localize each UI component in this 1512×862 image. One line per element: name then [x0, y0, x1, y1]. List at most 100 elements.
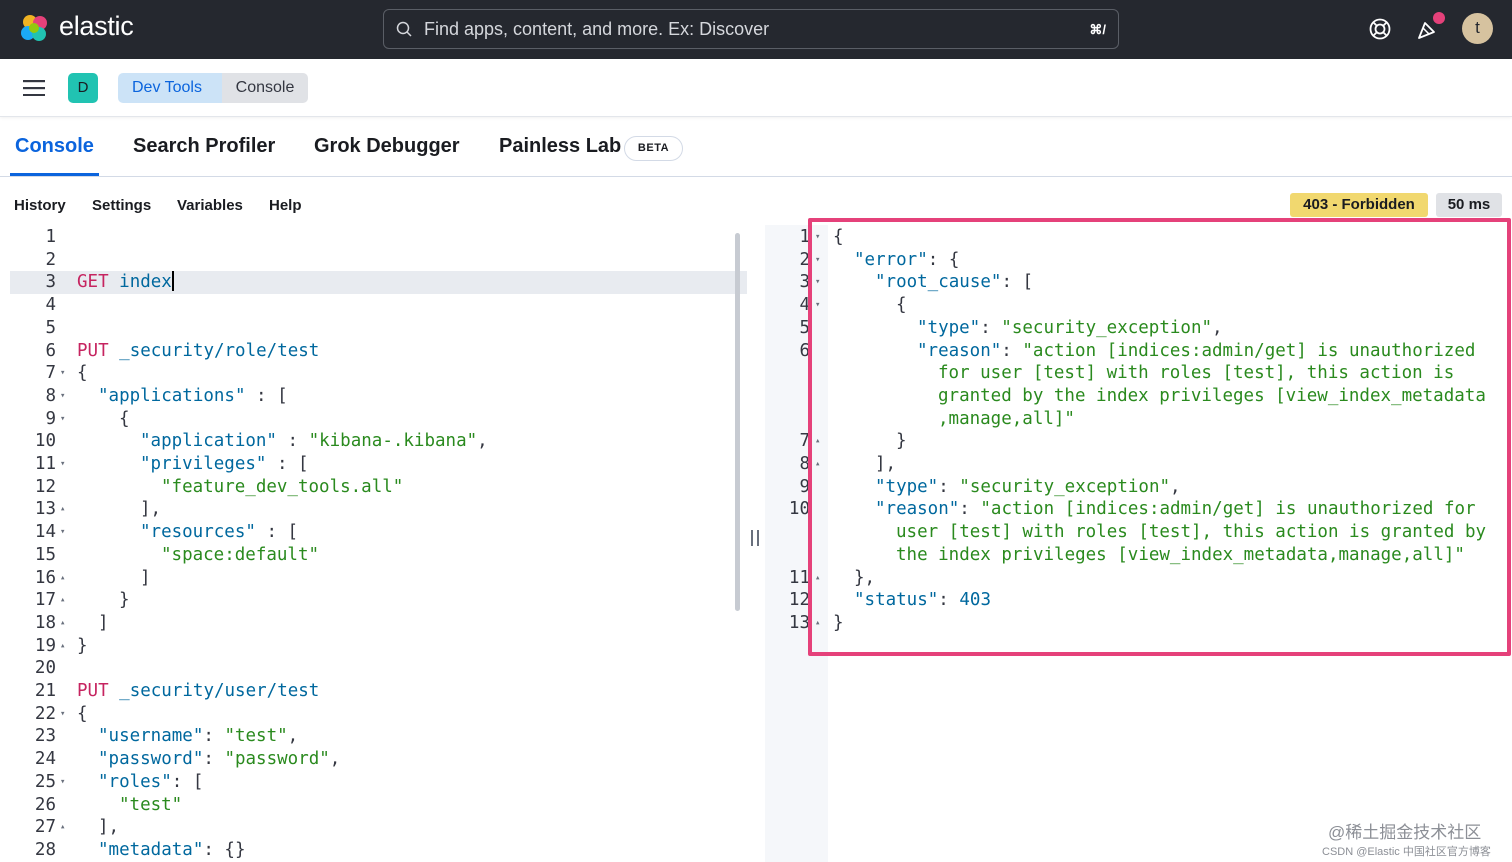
json-string: "feature_dev_tools.all": [161, 476, 404, 497]
request-path: _security/role/test: [119, 340, 320, 361]
punctuation: :: [276, 431, 309, 452]
code-line: 6 PUT _security/role/test: [10, 340, 747, 363]
code-text: }: [77, 635, 88, 658]
line-number: 24: [34, 749, 56, 770]
line-number: 12: [34, 476, 56, 497]
punctuation: :: [203, 749, 225, 770]
code-line: 19 ▴}: [10, 635, 747, 658]
punctuation: {: [77, 363, 88, 384]
line-number: 1: [799, 227, 810, 247]
line-number: 13: [788, 612, 810, 633]
code-line: 21 PUT _security/user/test: [10, 680, 747, 703]
line-number: 4: [45, 295, 56, 316]
code-line: 1: [10, 226, 747, 249]
punctuation: : {}: [203, 839, 246, 860]
line-number: 15: [34, 544, 56, 565]
menu-icon[interactable]: [23, 80, 45, 96]
code-line: 14 ▾ "resources" : [: [10, 521, 747, 544]
http-method: PUT: [77, 340, 109, 361]
punctuation: : [: [171, 771, 204, 792]
punctuation: ,: [477, 431, 488, 452]
help-icon[interactable]: [1368, 17, 1392, 41]
code-line: 10 "application" : "kibana-.kibana",: [10, 430, 747, 453]
response-time-badge: 50 ms: [1436, 193, 1502, 217]
code-text: "privileges" : [: [140, 453, 309, 476]
fold-close-icon: ▴: [60, 595, 66, 606]
code-line: 5: [10, 317, 747, 340]
brand-name[interactable]: elastic: [59, 11, 134, 42]
line-number: 10: [788, 499, 810, 520]
line-number: 13: [34, 499, 56, 520]
json-string: "password": [224, 749, 330, 770]
code-text: "space:default": [161, 544, 319, 567]
variables-link[interactable]: Variables: [177, 197, 243, 214]
top-header: elastic ⌘/ t: [0, 0, 1512, 59]
code-text: ]: [140, 567, 151, 590]
code-line: 25 ▾ "roles": [: [10, 771, 747, 794]
line-number: 9: [799, 476, 810, 497]
pane-resize-handle[interactable]: [751, 530, 759, 546]
fold-open-icon: ▾: [60, 459, 66, 469]
line-number: 18: [34, 612, 56, 633]
code-text: GET index: [77, 271, 174, 294]
response-highlight-frame: [808, 218, 1511, 656]
search-input[interactable]: [424, 18, 1064, 40]
space-avatar[interactable]: D: [68, 73, 98, 103]
line-number: 19: [34, 635, 56, 656]
notification-dot: [1433, 12, 1445, 24]
punctuation: : [: [255, 522, 299, 543]
fold-open-icon: ▾: [60, 708, 66, 719]
watermark: @稀土掘金技术社区: [1328, 823, 1482, 842]
line-number: 23: [34, 726, 56, 747]
line-number: 5: [799, 317, 810, 338]
punctuation: :: [203, 726, 225, 747]
code-text: {: [77, 362, 88, 385]
line-number: 28: [34, 839, 56, 860]
breadcrumb-console: Console: [222, 73, 308, 103]
code-line: 18 ▴]: [10, 612, 747, 635]
history-link[interactable]: History: [14, 197, 66, 214]
code-line: 16 ▴]: [10, 567, 747, 590]
search-icon: [396, 21, 412, 37]
request-scrollbar[interactable]: [735, 233, 740, 611]
code-text: "resources" : [: [140, 521, 298, 544]
help-link[interactable]: Help: [269, 197, 302, 214]
fold-open-icon: ▾: [60, 390, 66, 401]
code-line: 7 ▾ {: [10, 362, 747, 385]
code-text: {: [77, 703, 88, 726]
fold-close-icon: ▴: [60, 504, 66, 515]
code-text: "username": "test",: [98, 725, 298, 748]
tab-grok-debugger[interactable]: Grok Debugger: [314, 135, 460, 158]
code-line: 24 "password": "password",: [10, 748, 747, 771]
breadcrumb-dev-tools[interactable]: Dev Tools: [118, 73, 222, 103]
code-text: "feature_dev_tools.all": [161, 476, 403, 499]
fold-open-icon: ▾: [60, 413, 66, 424]
code-text: ],: [140, 498, 161, 521]
tab-console[interactable]: Console: [15, 135, 94, 158]
settings-link[interactable]: Settings: [92, 197, 151, 214]
code-text: "test": [119, 794, 182, 817]
line-number: 22: [34, 703, 56, 724]
punctuation: ]: [98, 612, 109, 633]
global-search[interactable]: ⌘/: [383, 9, 1119, 49]
http-method: PUT: [77, 681, 109, 701]
json-key: "privileges": [140, 454, 267, 474]
punctuation: : [: [266, 454, 309, 474]
punctuation: }: [119, 590, 130, 611]
code-line: 17 ▴}: [10, 589, 747, 612]
punctuation: {: [119, 408, 130, 429]
breadcrumb-separator: [214, 73, 222, 103]
request-editor[interactable]: 1 2 3 GET index 4 5 6 PUT _security/role/test 7 ▾…: [10, 225, 747, 862]
code-line: 15 "space:default": [10, 544, 747, 567]
code-line: 27 ▴],: [10, 816, 747, 839]
json-key: "application": [140, 431, 277, 452]
json-key: "password": [98, 749, 204, 770]
tab-painless-lab[interactable]: Painless Lab: [499, 135, 621, 158]
user-avatar[interactable]: t: [1462, 13, 1493, 44]
elastic-logo-icon[interactable]: [18, 12, 52, 46]
tab-search-profiler[interactable]: Search Profiler: [133, 135, 275, 158]
punctuation: {: [77, 703, 88, 724]
line-number: 11: [34, 454, 56, 474]
code-text: PUT _security/role/test: [77, 340, 319, 363]
line-number: 11: [788, 567, 810, 588]
